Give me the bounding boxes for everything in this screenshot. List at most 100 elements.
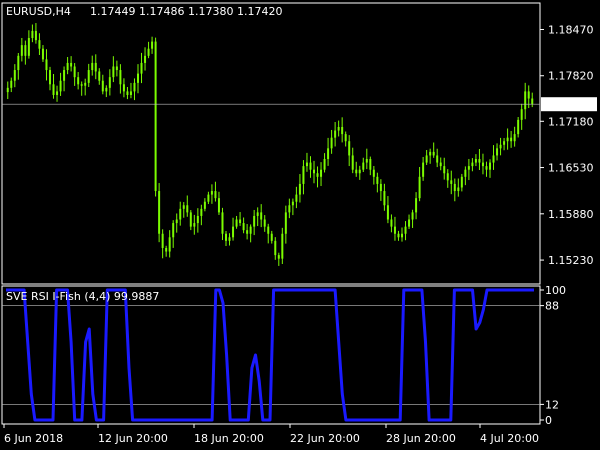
candle-body <box>41 48 44 60</box>
candle-body <box>115 66 118 71</box>
price-axis-label: 1.15880 <box>548 208 594 221</box>
candle-body <box>369 159 372 170</box>
time-axis-label: 22 Jun 20:00 <box>290 432 360 445</box>
candle-body <box>101 80 104 92</box>
candle-body <box>52 84 55 95</box>
candle-body <box>531 98 534 105</box>
candle-body <box>510 137 513 142</box>
candle-body <box>411 212 414 220</box>
candle-body <box>513 134 516 142</box>
candle-body <box>372 169 375 177</box>
candle-body <box>295 194 298 202</box>
candle-body <box>362 162 365 170</box>
candle-body <box>418 176 421 199</box>
candle-body <box>165 247 168 252</box>
candle-body <box>436 155 439 163</box>
candle-body <box>499 144 502 149</box>
candle-body <box>397 233 400 238</box>
candle-body <box>217 198 220 213</box>
candle-body <box>337 126 340 131</box>
candle-body <box>66 62 69 71</box>
price-axis-label: 1.16530 <box>548 162 594 175</box>
candle-body <box>214 191 217 199</box>
candle-body <box>443 166 446 174</box>
candle-body <box>256 212 259 216</box>
candle-body <box>481 162 484 167</box>
candle-body <box>70 62 73 67</box>
candle-body <box>471 162 474 167</box>
candle-body <box>73 66 76 78</box>
candle-body <box>210 191 213 195</box>
candle-body <box>161 233 164 248</box>
candle-body <box>401 233 403 238</box>
candle-body <box>520 109 523 120</box>
candle-body <box>263 219 266 227</box>
candle-body <box>425 155 428 163</box>
current-price-tag: 1.17420 <box>541 97 597 112</box>
price-axis-label: 1.17180 <box>548 115 594 128</box>
candle-body <box>186 205 189 213</box>
candle-body <box>274 240 277 256</box>
candle-body <box>351 155 354 170</box>
candle-body <box>87 70 90 83</box>
candle-body <box>34 30 37 41</box>
candle-body <box>467 166 470 170</box>
candle-body <box>175 219 178 224</box>
candle-body <box>137 73 139 83</box>
candle-body <box>221 212 224 234</box>
candle-body <box>355 169 358 174</box>
indicator-axis-label: 100 <box>545 284 566 297</box>
ohlc-values: 1.17449 1.17486 1.17380 1.17420 <box>90 5 282 18</box>
candle-body <box>140 62 143 74</box>
candle-body <box>379 183 382 192</box>
candle-body <box>203 201 206 209</box>
current-price-tag-label: 1.17420 <box>546 98 592 111</box>
candle-body <box>24 45 27 56</box>
candle-body <box>172 223 175 238</box>
candle-body <box>84 82 87 86</box>
candle-body <box>386 205 389 220</box>
candle-body <box>253 215 256 227</box>
candle-body <box>524 91 527 110</box>
candle-body <box>27 38 30 56</box>
candle-body <box>358 169 361 174</box>
candle-body <box>439 162 442 167</box>
trading-chart: 1.18470 1.17820 1.17180 1.16530 1.15880 1.152… <box>0 0 600 450</box>
candle-body <box>291 201 294 206</box>
candle-body <box>232 226 235 238</box>
candle-body <box>393 226 396 234</box>
candle-body <box>496 148 499 156</box>
candle-body <box>415 198 418 213</box>
candle-body <box>168 237 171 252</box>
candle-body <box>284 212 287 234</box>
candle-body <box>13 70 16 81</box>
candle-body <box>228 237 231 241</box>
candle-body <box>432 151 435 156</box>
candle-body <box>474 159 477 163</box>
candle-body <box>246 230 249 234</box>
indicator-axis-label: 12 <box>545 398 559 411</box>
candle-body <box>225 233 227 241</box>
time-axis-label: 28 Jun 20:00 <box>386 432 456 445</box>
candle-body <box>122 84 125 92</box>
candle-body <box>305 162 308 167</box>
candle-body <box>260 212 263 220</box>
candle-body <box>189 212 192 227</box>
candle-body <box>133 82 136 92</box>
candle-body <box>288 205 291 213</box>
candle-body <box>404 226 407 234</box>
candle-body <box>527 91 530 99</box>
candle-body <box>91 62 94 71</box>
candle-body <box>506 137 509 142</box>
candle-body <box>119 70 122 85</box>
candle-body <box>348 141 351 156</box>
candle-body <box>344 134 347 142</box>
candle-body <box>453 183 456 192</box>
chart-background <box>0 0 600 450</box>
candle-body <box>316 173 319 177</box>
candle-body <box>298 183 301 195</box>
candle-body <box>38 40 41 49</box>
candle-body <box>63 70 66 81</box>
candle-body <box>200 208 203 216</box>
candle-body <box>323 159 326 170</box>
